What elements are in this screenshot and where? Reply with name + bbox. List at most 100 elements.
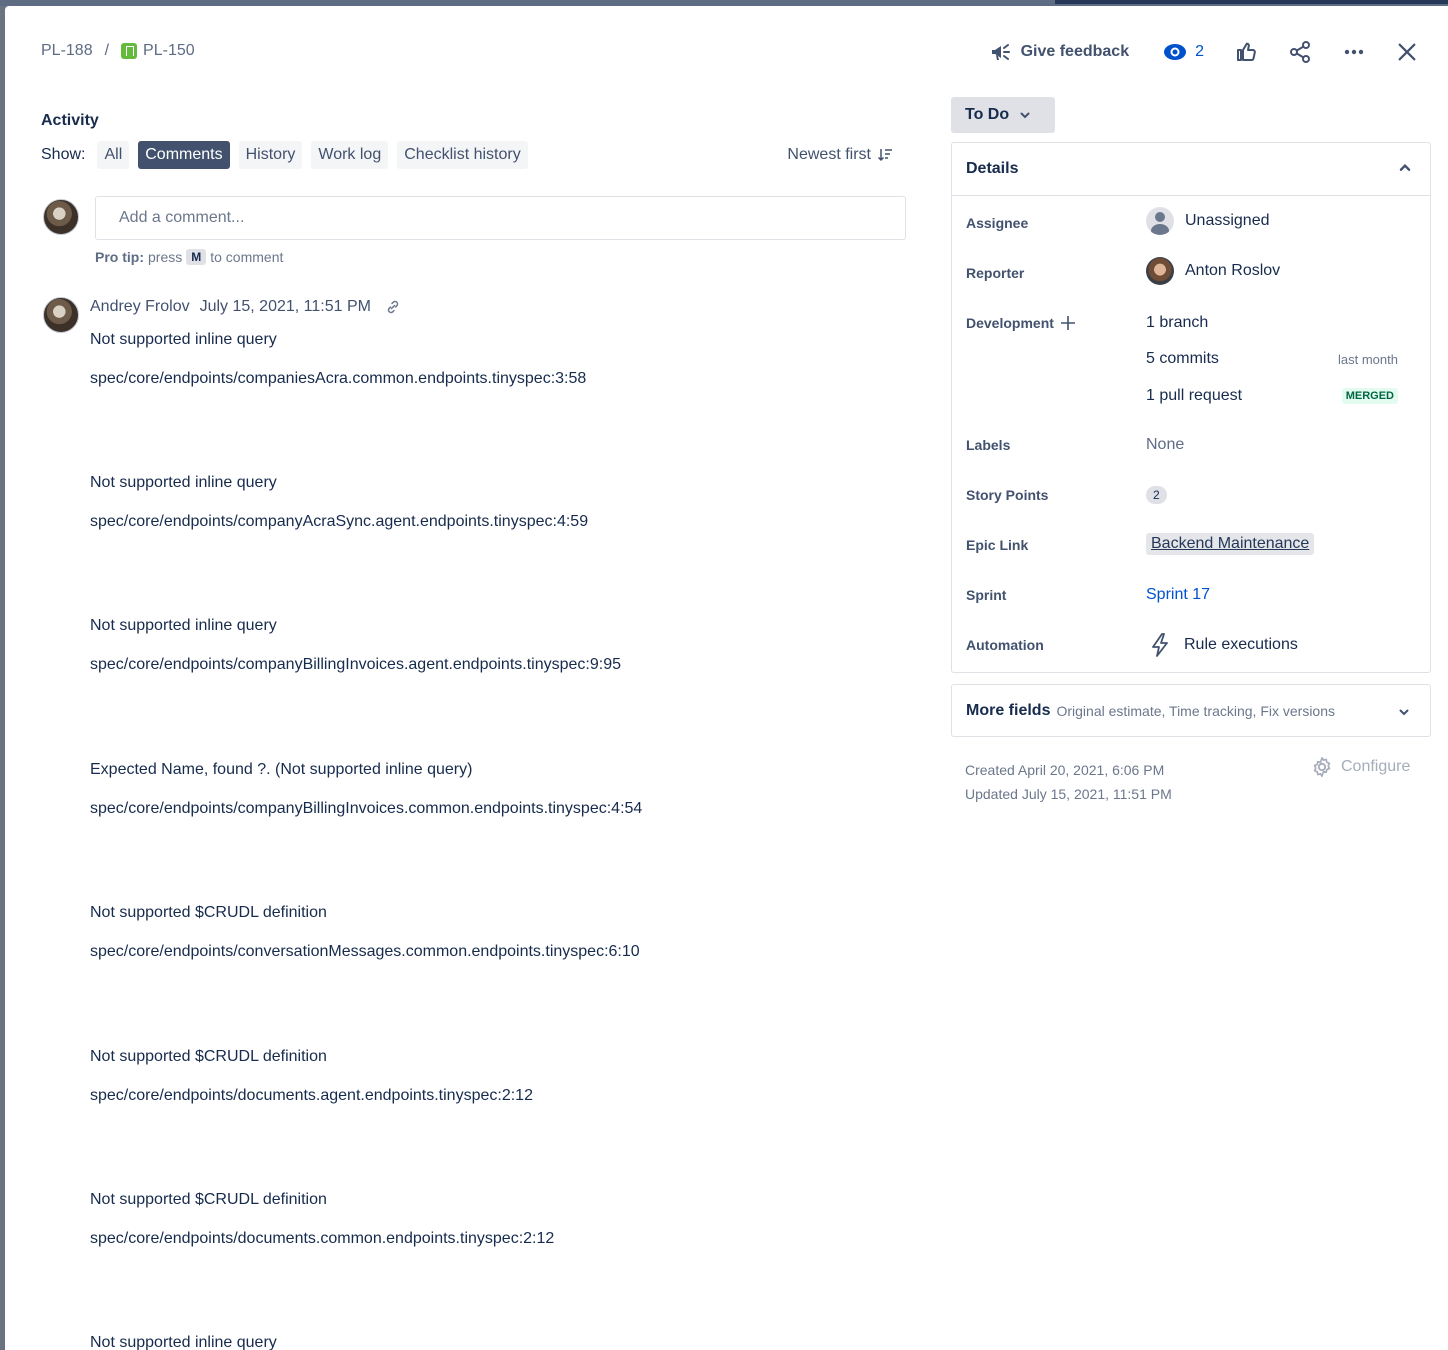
filter-history-button[interactable]: History <box>238 141 303 169</box>
comment-line: spec/core/endpoints/conversationMessages… <box>90 943 640 960</box>
comment-author[interactable]: Andrey Frolov <box>90 298 190 316</box>
configure-button[interactable]: Configure <box>1311 756 1410 778</box>
comment-line: Not supported inline query <box>90 617 277 634</box>
breadcrumb-parent[interactable]: PL-188 <box>41 42 93 60</box>
megaphone-icon <box>991 44 1010 60</box>
comment-line: Not supported $CRUDL definition <box>90 1191 327 1208</box>
filter-comments-button[interactable]: Comments <box>138 141 230 169</box>
story-points-field[interactable]: 2 <box>1146 486 1167 504</box>
automation-field[interactable]: Rule executions <box>1146 633 1298 657</box>
labels-value[interactable]: None <box>1146 436 1184 454</box>
more-fields-panel[interactable]: More fields Original estimate, Time trac… <box>951 684 1431 737</box>
sort-order-label: Newest first <box>787 146 871 163</box>
dev-commits-link[interactable]: 5 commits <box>1146 350 1219 368</box>
comment-line: spec/core/endpoints/companiesAcra.common… <box>90 370 587 387</box>
pro-tip-label: Pro tip: <box>95 249 144 265</box>
updated-date: Updated July 15, 2021, 11:51 PM <box>965 786 1172 802</box>
issue-toolbar: Give feedback 2 <box>981 36 1426 68</box>
chevron-down-icon <box>1020 112 1030 119</box>
merged-badge: MERGED <box>1341 388 1398 404</box>
filter-all-button[interactable]: All <box>97 141 130 169</box>
issue-dates: Created April 20, 2021, 6:06 PM Updated … <box>965 758 1172 806</box>
comment-author-avatar[interactable] <box>43 297 79 333</box>
give-feedback-label: Give feedback <box>1020 43 1130 60</box>
comment-date[interactable]: July 15, 2021, 11:51 PM <box>200 298 371 316</box>
watch-button[interactable]: 2 <box>1155 36 1212 68</box>
chevron-down-icon <box>1399 709 1409 716</box>
comment-line: Not supported inline query <box>90 474 277 491</box>
comment-line: Not supported $CRUDL definition <box>90 904 327 921</box>
story-points-label: Story Points <box>966 487 1049 503</box>
plus-icon[interactable] <box>1060 315 1076 331</box>
breadcrumb: PL-188 / PL-150 <box>41 42 195 60</box>
assignee-value: Unassigned <box>1185 212 1270 229</box>
give-feedback-button[interactable]: Give feedback <box>981 36 1138 68</box>
comment-line: spec/core/endpoints/companyBillingInvoic… <box>90 800 643 817</box>
activity-filter-row: Show: All Comments History Work log Chec… <box>41 140 893 170</box>
comment-header: Andrey Frolov July 15, 2021, 11:51 PM <box>90 298 401 316</box>
development-label: Development <box>966 315 1054 331</box>
chevron-up-icon[interactable] <box>1398 161 1412 175</box>
backdrop-strip-dark <box>1055 0 1448 4</box>
comment-line: spec/core/endpoints/documents.agent.endp… <box>90 1087 533 1104</box>
reporter-field[interactable]: Anton Roslov <box>1146 257 1280 285</box>
close-icon <box>1398 43 1416 61</box>
more-fields-title: More fields <box>966 701 1051 719</box>
dev-pull-request-link[interactable]: 1 pull request <box>1146 387 1242 405</box>
reporter-label: Reporter <box>966 265 1025 281</box>
comment-line: Expected Name, found ?. (Not supported i… <box>90 761 473 778</box>
details-header[interactable]: Details <box>952 143 1430 196</box>
comment-line: spec/core/endpoints/documents.common.end… <box>90 1230 555 1247</box>
more-actions-button[interactable] <box>1334 36 1374 68</box>
current-user-avatar <box>43 199 79 235</box>
comment-line: Not supported $CRUDL definition <box>90 1048 327 1065</box>
add-comment-input[interactable]: Add a comment... <box>95 196 906 240</box>
link-icon[interactable] <box>385 299 401 315</box>
sort-order-button[interactable]: Newest first <box>787 140 893 170</box>
epic-link-value[interactable]: Backend Maintenance <box>1146 533 1315 555</box>
comment-line: Not supported inline query <box>90 331 277 348</box>
pro-tip-key: M <box>186 249 207 265</box>
more-icon <box>1344 49 1364 55</box>
breadcrumb-separator: / <box>104 42 110 59</box>
dev-branch-link[interactable]: 1 branch <box>1146 314 1208 332</box>
details-panel: Details Assignee Unassigned Reporter Ant… <box>951 142 1431 673</box>
issue-modal: PL-188 / PL-150 Give feedback 2 Activity… <box>5 6 1448 1350</box>
epic-link-label: Epic Link <box>966 537 1029 553</box>
share-button[interactable] <box>1280 36 1320 68</box>
breadcrumb-current[interactable]: PL-150 <box>143 42 195 60</box>
status-label: To Do <box>965 106 1010 123</box>
dev-commits-meta: last month <box>1338 352 1398 367</box>
epic-link-field[interactable]: Backend Maintenance <box>1146 533 1315 555</box>
status-dropdown[interactable]: To Do <box>951 97 1055 133</box>
filter-checklist-history-button[interactable]: Checklist history <box>397 141 528 169</box>
sort-icon <box>877 149 892 162</box>
activity-title: Activity <box>41 112 99 129</box>
pro-tip-suffix: to comment <box>210 249 284 265</box>
thumbs-up-icon <box>1237 42 1256 61</box>
configure-label: Configure <box>1341 758 1411 775</box>
assignee-field[interactable]: Unassigned <box>1146 207 1270 235</box>
show-label: Show: <box>41 146 86 163</box>
comment-line: Not supported inline query <box>90 1334 277 1350</box>
close-button[interactable] <box>1388 36 1426 68</box>
reporter-avatar <box>1146 257 1174 285</box>
automation-value: Rule executions <box>1184 636 1298 653</box>
more-fields-subtitle: Original estimate, Time tracking, Fix ve… <box>1056 702 1335 719</box>
pro-tip: Pro tip: press M to comment <box>95 249 283 265</box>
gear-icon <box>1313 757 1331 777</box>
comment-line: spec/core/endpoints/companyAcraSync.agen… <box>90 513 589 530</box>
sprint-link[interactable]: Sprint 17 <box>1146 586 1210 604</box>
pro-tip-press: press <box>148 249 183 265</box>
created-date: Created April 20, 2021, 6:06 PM <box>965 762 1165 778</box>
filter-work-log-button[interactable]: Work log <box>311 141 389 169</box>
like-button[interactable] <box>1226 36 1266 68</box>
details-title: Details <box>966 160 1019 177</box>
labels-label: Labels <box>966 437 1011 453</box>
assignee-label: Assignee <box>966 215 1029 231</box>
comment-line: spec/core/endpoints/companyBillingInvoic… <box>90 656 621 673</box>
sprint-label: Sprint <box>966 587 1007 603</box>
automation-label: Automation <box>966 637 1044 653</box>
story-icon <box>121 43 138 59</box>
eye-icon <box>1164 44 1187 60</box>
